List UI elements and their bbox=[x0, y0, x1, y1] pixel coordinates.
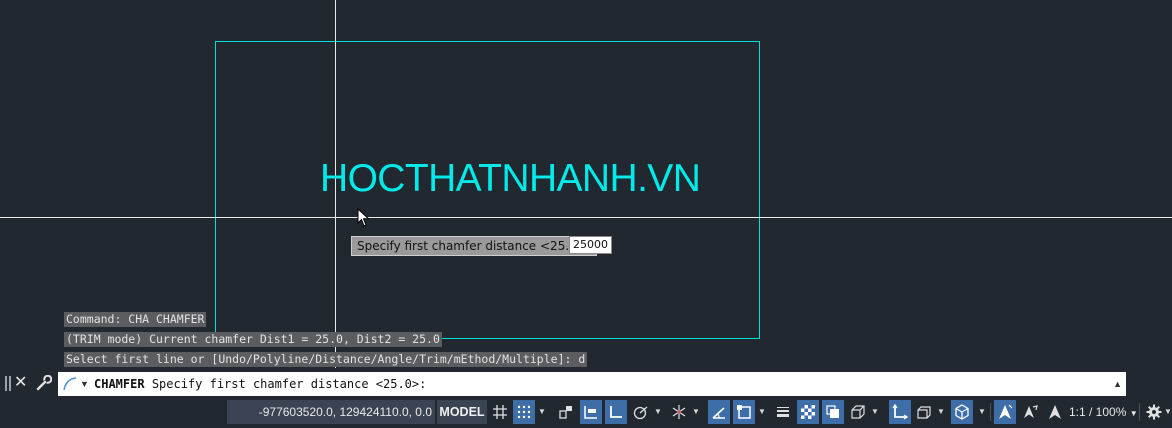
3d-osnap-icon bbox=[851, 405, 865, 419]
grid-icon bbox=[493, 405, 507, 419]
command-icon bbox=[63, 377, 77, 391]
gizmo-button[interactable] bbox=[951, 400, 973, 424]
3d-osnap-button[interactable] bbox=[847, 400, 869, 424]
command-name: CHAMFER bbox=[94, 377, 145, 391]
annotation-scale-icon-button[interactable] bbox=[1044, 400, 1066, 424]
close-icon[interactable]: ✕ bbox=[14, 372, 27, 394]
ortho-button[interactable] bbox=[605, 400, 627, 424]
isodraft-button[interactable] bbox=[668, 400, 690, 424]
lineweight-icon bbox=[777, 407, 789, 417]
selection-cycling-icon bbox=[826, 405, 839, 418]
dynamic-input-field[interactable]: 25000 bbox=[569, 236, 612, 254]
annotation-visibility-icon bbox=[999, 404, 1013, 419]
coordinates-readout[interactable]: -977603520.0, 129424110.0, 0.0 bbox=[227, 400, 435, 424]
annotation-scale-label: 1:1 / 100% bbox=[1069, 405, 1127, 419]
command-line-text: CHAMFER Specify first chamfer distance <… bbox=[94, 376, 426, 392]
chevron-down-icon: ▼ bbox=[1129, 409, 1138, 418]
model-space-button[interactable]: MODEL bbox=[437, 400, 487, 424]
infer-constraints-icon bbox=[559, 406, 572, 419]
status-bar: -977603520.0, 129424110.0, 0.0 MODEL ▼ ▼… bbox=[0, 397, 1172, 428]
dynamic-ucs-button[interactable] bbox=[889, 400, 911, 424]
command-input[interactable]: ▼ CHAMFER Specify first chamfer distance… bbox=[58, 372, 1126, 396]
dynamic-input-icon bbox=[584, 406, 597, 419]
command-prompt: Specify first chamfer distance <25.0>: bbox=[151, 377, 427, 391]
drawing-canvas[interactable]: HOCTHATNHANH.VN Specify first chamfer di… bbox=[0, 0, 1172, 368]
autoscale-icon bbox=[1024, 405, 1038, 418]
osnap-icon bbox=[737, 405, 751, 419]
grid-button[interactable] bbox=[489, 400, 511, 424]
recent-commands-dropdown-icon[interactable]: ▼ bbox=[80, 376, 89, 392]
status-separator bbox=[990, 403, 991, 421]
gizmo-icon bbox=[955, 404, 969, 420]
snap-button[interactable] bbox=[513, 400, 535, 424]
autoscale-button[interactable] bbox=[1019, 400, 1041, 424]
command-bar: ✕ ▼ CHAMFER Specify first chamfer distan… bbox=[0, 369, 1172, 397]
transparency-button[interactable] bbox=[797, 400, 819, 424]
osnap-button[interactable] bbox=[733, 400, 755, 424]
crosshair-horizontal bbox=[0, 217, 1172, 218]
customize-dropdown-icon[interactable]: ▼ bbox=[1164, 400, 1172, 424]
history-line-2: (TRIM mode) Current chamfer Dist1 = 25.0… bbox=[64, 332, 442, 347]
polar-button[interactable] bbox=[630, 400, 652, 424]
lineweight-button[interactable] bbox=[772, 400, 794, 424]
infer-constraints-button[interactable] bbox=[555, 400, 577, 424]
ortho-icon bbox=[610, 406, 622, 418]
snap-dropdown-icon[interactable]: ▼ bbox=[537, 400, 547, 424]
transparency-icon bbox=[801, 405, 815, 419]
gizmo-dropdown-icon[interactable]: ▼ bbox=[977, 400, 987, 424]
dynamic-input-button[interactable] bbox=[580, 400, 602, 424]
osnap-dropdown-icon[interactable]: ▼ bbox=[757, 400, 767, 424]
selection-cycling-button[interactable] bbox=[822, 400, 844, 424]
isodraft-dropdown-icon[interactable]: ▼ bbox=[691, 400, 701, 424]
polar-dropdown-icon[interactable]: ▼ bbox=[653, 400, 663, 424]
mouse-cursor-icon bbox=[357, 208, 370, 227]
dynamic-input-prompt: Specify first chamfer distance <25.0>: bbox=[351, 236, 597, 256]
history-line-3: Select first line or [Undo/Polyline/Dist… bbox=[64, 352, 588, 367]
grip-handle-icon[interactable] bbox=[5, 376, 11, 391]
wrench-icon[interactable] bbox=[36, 375, 52, 391]
object-snap-tracking-icon bbox=[712, 407, 725, 419]
snap-icon bbox=[517, 405, 531, 419]
annotation-scale-dropdown[interactable]: 1:1 / 100% ▼ bbox=[1069, 400, 1138, 424]
settings-button[interactable] bbox=[1143, 400, 1165, 424]
settings-icon bbox=[1146, 404, 1162, 420]
3d-osnap-dropdown-icon[interactable]: ▼ bbox=[870, 400, 880, 424]
drawing-text[interactable]: HOCTHATNHANH.VN bbox=[320, 156, 701, 202]
selection-filter-button[interactable] bbox=[913, 400, 935, 424]
history-line-1: Command: CHA CHAMFER bbox=[64, 312, 207, 327]
dynamic-ucs-icon bbox=[892, 404, 908, 420]
annotation-scale-icon bbox=[1049, 405, 1061, 419]
object-snap-tracking-button[interactable] bbox=[708, 400, 730, 424]
status-separator bbox=[1139, 403, 1140, 421]
selection-filter-dropdown-icon[interactable]: ▼ bbox=[936, 400, 946, 424]
annotation-visibility-button[interactable] bbox=[994, 400, 1016, 424]
polar-icon bbox=[633, 406, 648, 420]
isodraft-icon bbox=[672, 405, 686, 419]
history-expand-icon[interactable]: ▲ bbox=[1113, 376, 1122, 392]
selection-filter-icon bbox=[917, 406, 931, 419]
